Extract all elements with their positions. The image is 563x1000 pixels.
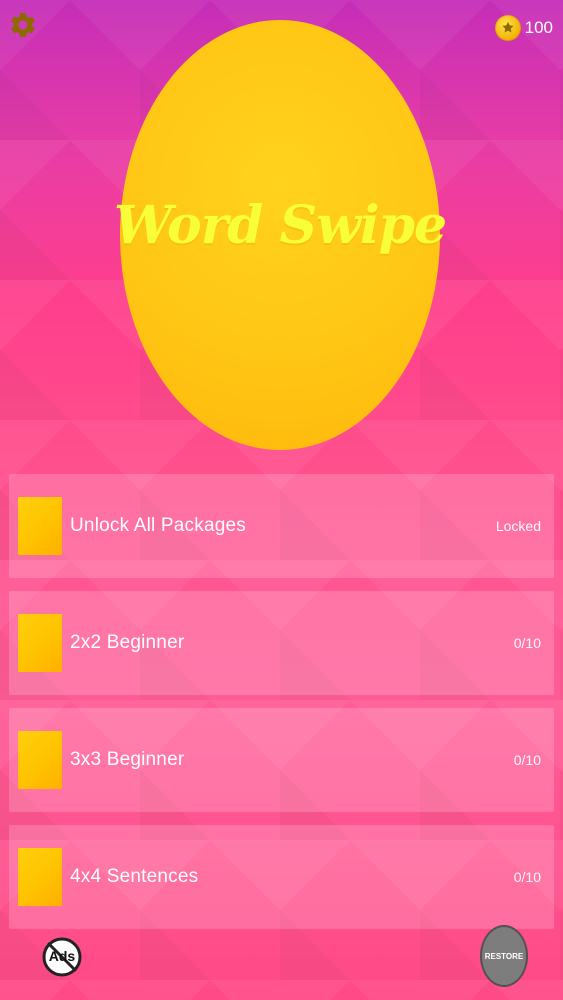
package-list: Unlock All Packages Locked 2x2 Beginner … <box>9 474 554 929</box>
package-label: 3x3 Beginner <box>70 749 185 770</box>
no-ads-icon: Ads <box>42 937 82 977</box>
package-status: 0/10 <box>513 752 541 768</box>
package-thumbnail <box>18 614 62 672</box>
package-status: Locked <box>495 518 541 534</box>
logo-badge: Word Swipe <box>114 20 447 450</box>
settings-button[interactable] <box>8 10 38 40</box>
coin-balance: 100 <box>494 12 553 44</box>
package-label: 2x2 Beginner <box>70 632 185 653</box>
package-thumbnail <box>18 848 62 906</box>
package-label: 4x4 Sentences <box>70 866 199 887</box>
package-thumbnail <box>18 497 62 555</box>
restore-label: RESTORE <box>484 951 524 961</box>
app-title: Word Swipe <box>113 194 447 256</box>
package-item-3x3-beginner[interactable]: 3x3 Beginner 0/10 <box>9 708 554 812</box>
package-item-4x4-sentences[interactable]: 4x4 Sentences 0/10 <box>9 825 554 929</box>
ads-label: Ads <box>49 948 76 964</box>
package-thumbnail <box>18 731 62 789</box>
gear-icon <box>11 13 35 37</box>
package-item-unlock-all[interactable]: Unlock All Packages Locked <box>9 474 554 578</box>
coin-count: 100 <box>524 18 553 37</box>
restore-button[interactable]: RESTORE <box>480 925 528 987</box>
remove-ads-button[interactable]: Ads <box>40 928 84 986</box>
package-status: 0/10 <box>513 869 541 885</box>
coin-icon <box>494 15 521 41</box>
package-item-2x2-beginner[interactable]: 2x2 Beginner 0/10 <box>9 591 554 695</box>
package-status: 0/10 <box>513 635 541 651</box>
package-label: Unlock All Packages <box>70 515 246 536</box>
